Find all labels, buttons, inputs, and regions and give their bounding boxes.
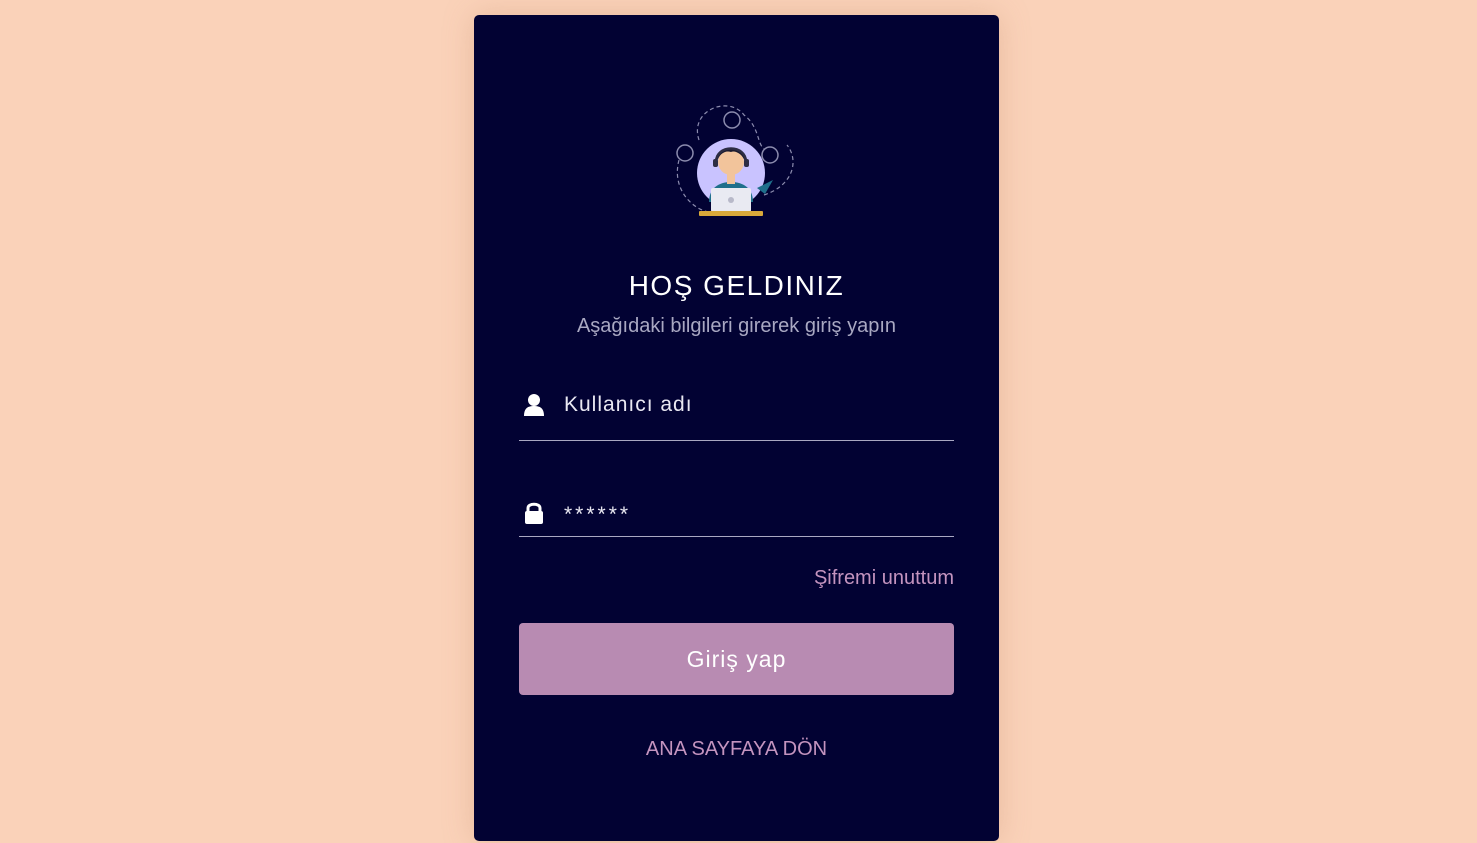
user-icon [524,394,544,416]
support-agent-illustration [676,105,794,216]
username-input[interactable] [564,387,944,423]
username-field [519,383,954,441]
login-card: HOŞ GELDINIZ Aşağıdaki bilgileri girerek… [474,15,999,841]
back-to-home-link[interactable]: ANA SAYFAYA DÖN [474,738,999,761]
password-input[interactable] [564,497,944,533]
password-field [519,477,954,537]
forgot-password-link[interactable]: Şifremi unuttum [814,567,954,590]
lock-icon [525,502,543,524]
page-title: HOŞ GELDINIZ [628,270,845,301]
login-button[interactable]: Giriş yap [519,623,954,695]
page-subtitle: Aşağıdaki bilgileri girerek giriş yapın [576,315,897,337]
